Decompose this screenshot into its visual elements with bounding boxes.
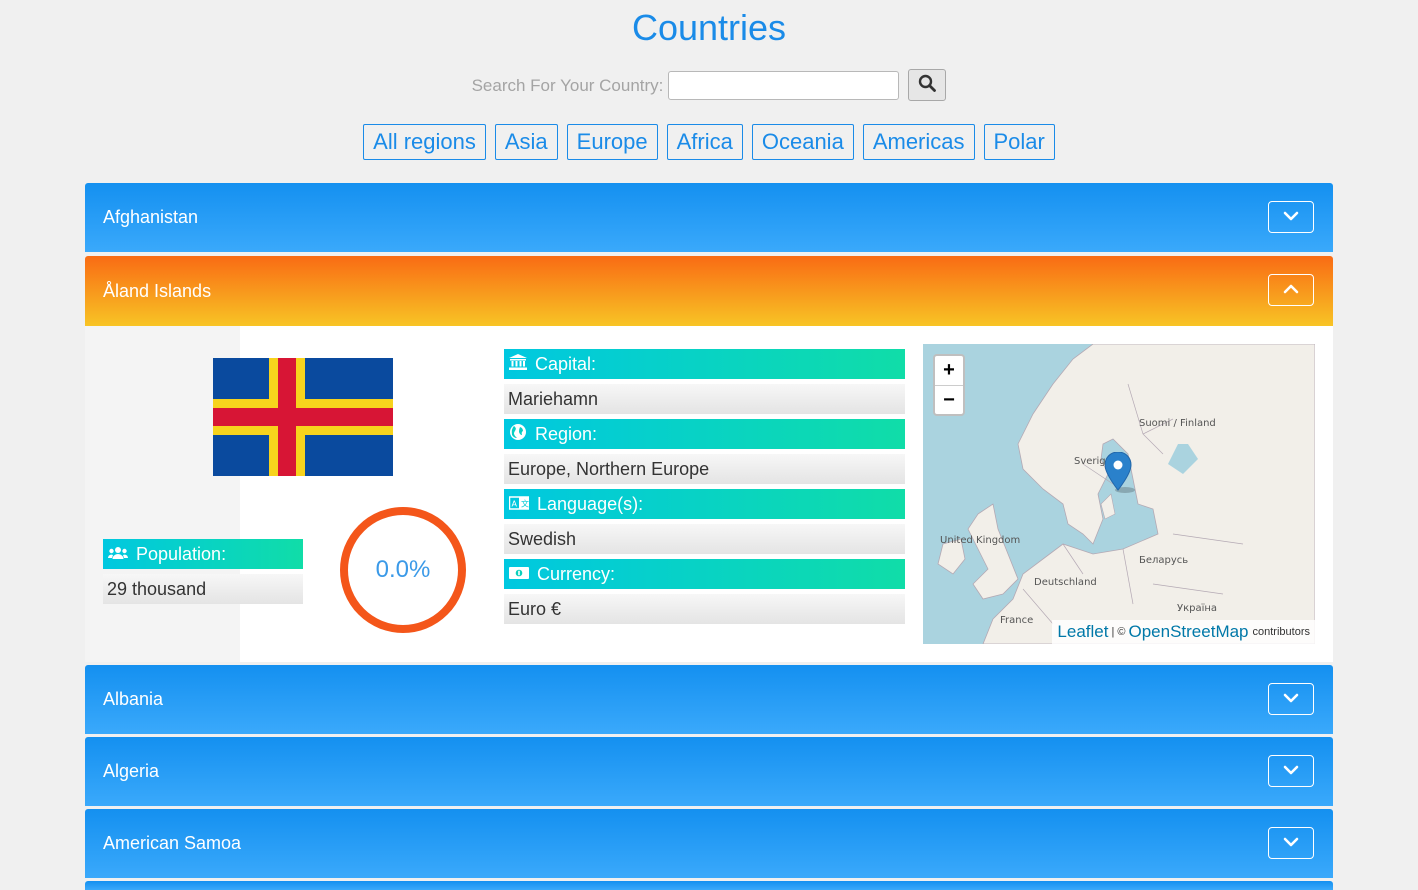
page-title: Countries (631, 7, 787, 48)
country-panel-algeria[interactable]: Algeria (85, 737, 1333, 806)
country-detail: Population: 29 thousand 0.0% Capital: Ma… (85, 326, 1333, 662)
currency-label: Currency: (537, 563, 616, 584)
chevron-down-icon (1283, 208, 1299, 226)
osm-link[interactable]: OpenStreetMap (1129, 622, 1249, 642)
region-button-americas[interactable]: Americas (862, 124, 975, 160)
region-value: Europe, Northern Europe (504, 454, 905, 484)
zoom-out-button[interactable]: − (935, 386, 963, 415)
search-icon (918, 74, 937, 97)
country-flag (213, 358, 393, 476)
population-value: 29 thousand (103, 574, 303, 604)
region-button-polar[interactable]: Polar (983, 124, 1055, 160)
language-value: Swedish (504, 524, 905, 554)
collapse-button[interactable] (1268, 274, 1314, 306)
region-button-oceania[interactable]: Oceania (751, 124, 854, 160)
language-heading: A文 Language(s): (504, 489, 905, 519)
attribution-separator: | © (1111, 626, 1126, 638)
expand-button[interactable] (1268, 683, 1314, 715)
chevron-down-icon (1283, 762, 1299, 780)
country-panel-american-samoa[interactable]: American Samoa (85, 809, 1333, 878)
country-name: Afghanistan (103, 207, 199, 227)
region-button-asia[interactable]: Asia (494, 124, 558, 160)
expand-button[interactable] (1268, 201, 1314, 233)
svg-text:A: A (512, 499, 518, 508)
chevron-down-icon (1283, 834, 1299, 852)
zoom-in-button[interactable]: + (935, 356, 963, 386)
country-panel-next[interactable] (85, 881, 1333, 890)
country-name: Åland Islands (103, 281, 212, 301)
landmark-icon (509, 353, 535, 375)
country-name: American Samoa (103, 833, 242, 853)
map-label-belarus: Беларусь (1139, 555, 1189, 566)
country-map[interactable]: Suomi / Finland Sverige United Kingdom Б… (923, 344, 1315, 644)
map-marker-icon[interactable] (1105, 452, 1135, 494)
search-label: Search For Your Country: (471, 76, 664, 95)
map-attribution: Leaflet | © OpenStreetMap contributors (1052, 620, 1315, 644)
map-label-france: France (1000, 615, 1034, 626)
chevron-down-icon (1283, 690, 1299, 708)
population-percent: 0.0% (375, 556, 431, 583)
search-button[interactable] (908, 69, 947, 101)
region-button-africa[interactable]: Africa (666, 124, 743, 160)
currency-value: Euro € (504, 594, 905, 624)
map-label-germany: Deutschland (1034, 577, 1097, 588)
globe-icon (509, 423, 535, 446)
country-name: Algeria (103, 761, 160, 781)
capital-label: Capital: (535, 353, 597, 374)
users-icon (108, 544, 136, 565)
map-label-ukraine: Україна (1177, 603, 1218, 614)
svg-text:文: 文 (521, 498, 529, 508)
population-heading: Population: (103, 539, 303, 569)
expand-button[interactable] (1268, 827, 1314, 859)
search-bar: Search For Your Country: (0, 68, 1418, 102)
currency-heading: Currency: (504, 559, 905, 589)
expand-button[interactable] (1268, 755, 1314, 787)
population-label: Population: (136, 543, 227, 564)
language-icon: A文 (508, 494, 537, 515)
capital-heading: Capital: (504, 349, 905, 379)
chevron-up-icon (1283, 281, 1299, 299)
region-heading: Region: (504, 419, 905, 449)
search-input[interactable] (668, 70, 900, 100)
map-label-finland: Suomi / Finland (1139, 418, 1216, 429)
capital-value: Mariehamn (504, 384, 905, 414)
language-label: Language(s): (537, 493, 644, 514)
country-panel-afghanistan[interactable]: Afghanistan (85, 183, 1333, 252)
map-tiles (937, 344, 1315, 644)
region-label: Region: (535, 423, 598, 444)
attribution-suffix: contributors (1252, 626, 1310, 638)
country-panel-albania[interactable]: Albania (85, 665, 1333, 734)
region-filter: All regions Asia Europe Africa Oceania A… (0, 124, 1418, 160)
money-bill-icon (509, 564, 537, 585)
leaflet-link[interactable]: Leaflet (1057, 622, 1108, 642)
zoom-control: + − (933, 354, 965, 416)
region-button-all[interactable]: All regions (363, 124, 486, 160)
country-panel-aland-islands[interactable]: Åland Islands (85, 256, 1333, 326)
region-button-europe[interactable]: Europe (566, 124, 658, 160)
country-name: Albania (103, 689, 164, 709)
map-label-uk: United Kingdom (940, 535, 1021, 546)
